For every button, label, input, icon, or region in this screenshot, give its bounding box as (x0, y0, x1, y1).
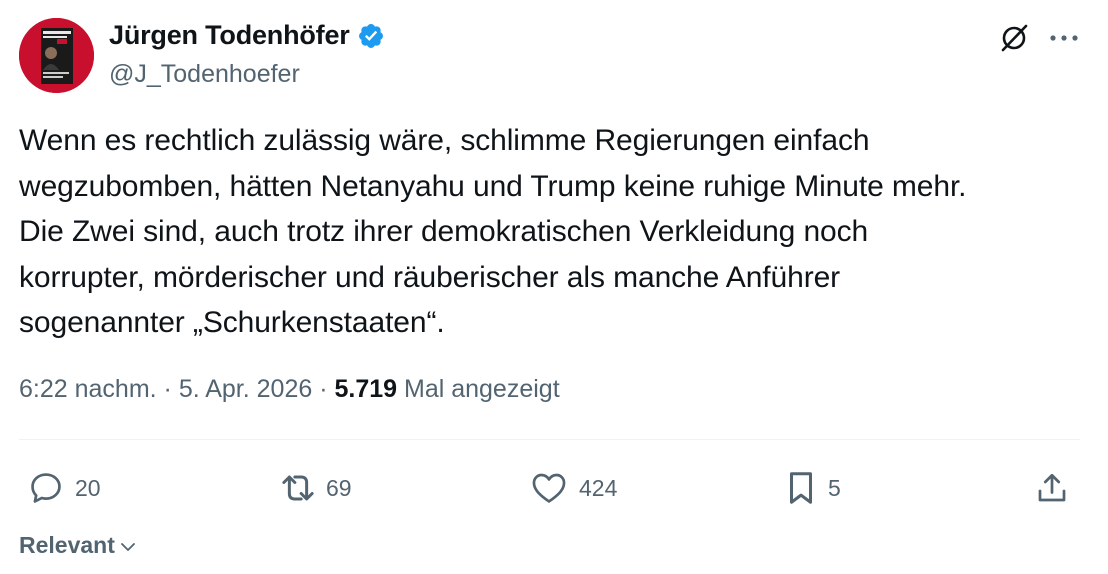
views-label: Mal angezeigt (397, 375, 560, 403)
chevron-down-icon (120, 542, 135, 551)
heart-icon (532, 473, 566, 503)
bookmark-button[interactable]: 5 (784, 468, 841, 508)
tweet-text: Wenn es rechtlich zulässig wäre, schlimm… (19, 124, 967, 339)
reply-button[interactable]: 20 (27, 468, 101, 508)
author-name-text[interactable]: Jürgen Todenhöfer (109, 20, 350, 51)
author-handle[interactable]: @J_Todenhoefer (109, 60, 300, 89)
share-button[interactable] (1034, 468, 1070, 508)
author-display-name[interactable]: Jürgen Todenhöfer (109, 20, 385, 51)
retweet-icon (282, 475, 314, 501)
share-icon (1038, 473, 1066, 502)
bookmark-icon (789, 472, 813, 504)
retweet-count: 69 (326, 474, 352, 501)
reply-count: 20 (75, 474, 101, 501)
more-button[interactable] (1044, 20, 1084, 56)
like-count: 424 (579, 474, 618, 501)
tweet-time[interactable]: 6:22 nachm. (19, 375, 157, 403)
reply-icon (31, 473, 61, 503)
replies-sort-label: Relevant (19, 532, 115, 558)
meta-separator: · (312, 375, 335, 403)
divider (19, 439, 1080, 440)
grok-button[interactable] (996, 20, 1032, 56)
views-count: 5.719 (334, 375, 398, 403)
meta-separator: · (156, 375, 179, 403)
tweet-date[interactable]: 5. Apr. 2026 (179, 375, 312, 403)
retweet-button[interactable]: 69 (276, 468, 352, 508)
verified-badge-icon[interactable] (357, 22, 385, 50)
bookmark-count: 5 (828, 474, 841, 501)
more-icon (1050, 35, 1078, 41)
like-button[interactable]: 424 (529, 468, 617, 508)
replies-sort-dropdown[interactable]: Relevant (19, 532, 138, 559)
avatar[interactable] (19, 18, 94, 93)
tweet-meta: 6:22 nachm. · 5. Apr. 2026 · 5.719 Mal a… (19, 375, 560, 404)
book-cover-avatar (19, 18, 94, 93)
grok-icon (1001, 24, 1028, 52)
